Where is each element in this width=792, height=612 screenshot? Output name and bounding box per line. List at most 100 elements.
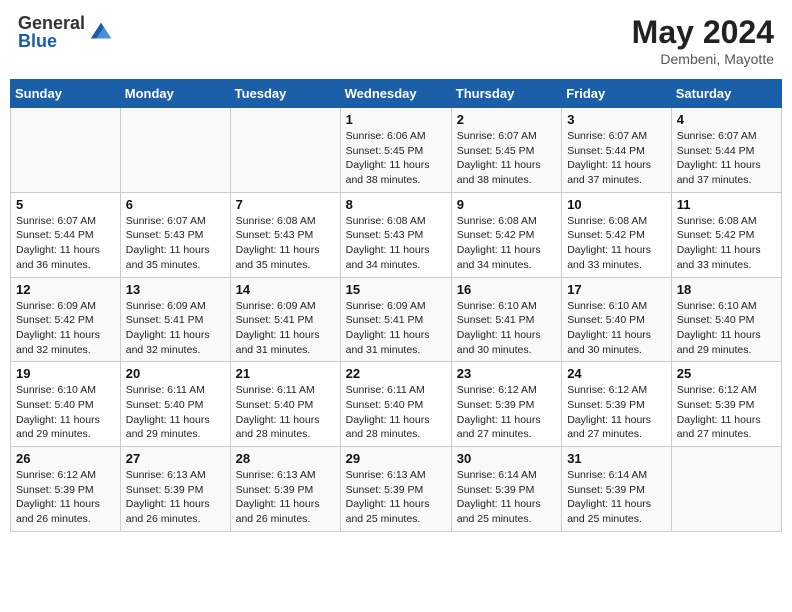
- header-cell-thursday: Thursday: [451, 80, 561, 108]
- logo-icon: [87, 18, 115, 46]
- header-cell-friday: Friday: [562, 80, 672, 108]
- day-number: 20: [126, 366, 225, 381]
- header-cell-tuesday: Tuesday: [230, 80, 340, 108]
- day-number: 27: [126, 451, 225, 466]
- day-number: 5: [16, 197, 115, 212]
- day-info: Sunrise: 6:10 AM Sunset: 5:41 PM Dayligh…: [457, 299, 556, 358]
- day-number: 12: [16, 282, 115, 297]
- day-info: Sunrise: 6:13 AM Sunset: 5:39 PM Dayligh…: [126, 468, 225, 527]
- day-info: Sunrise: 6:11 AM Sunset: 5:40 PM Dayligh…: [126, 383, 225, 442]
- calendar-cell: 29 Sunrise: 6:13 AM Sunset: 5:39 PM Dayli…: [340, 447, 451, 532]
- calendar-header: SundayMondayTuesdayWednesdayThursdayFrid…: [11, 80, 782, 108]
- day-info: Sunrise: 6:10 AM Sunset: 5:40 PM Dayligh…: [16, 383, 115, 442]
- calendar-cell: 5Sunrise: 6:07 AM Sunset: 5:44 PM Daylig…: [11, 192, 121, 277]
- day-info: Sunrise: 6:08 AM Sunset: 5:42 PM Dayligh…: [677, 214, 776, 273]
- day-number: 23: [457, 366, 556, 381]
- calendar-body: 1 Sunrise: 6:06 AM Sunset: 5:45 PM Daylig…: [11, 108, 782, 532]
- calendar-cell: 3 Sunrise: 6:07 AM Sunset: 5:44 PM Daylig…: [562, 108, 672, 193]
- calendar-cell: [120, 108, 230, 193]
- calendar-cell: 19 Sunrise: 6:10 AM Sunset: 5:40 PM Dayli…: [11, 362, 121, 447]
- day-info: Sunrise: 6:09 AM Sunset: 5:41 PM Dayligh…: [346, 299, 446, 358]
- week-row-0: 1 Sunrise: 6:06 AM Sunset: 5:45 PM Daylig…: [11, 108, 782, 193]
- day-info: Sunrise: 6:12 AM Sunset: 5:39 PM Dayligh…: [16, 468, 115, 527]
- day-info: Sunrise: 6:09 AM Sunset: 5:41 PM Dayligh…: [126, 299, 225, 358]
- day-info: Sunrise: 6:13 AM Sunset: 5:39 PM Dayligh…: [236, 468, 335, 527]
- calendar-cell: 21 Sunrise: 6:11 AM Sunset: 5:40 PM Dayli…: [230, 362, 340, 447]
- calendar-cell: 30Sunrise: 6:14 AM Sunset: 5:39 PM Dayli…: [451, 447, 561, 532]
- calendar-cell: [11, 108, 121, 193]
- day-number: 29: [346, 451, 446, 466]
- day-info: Sunrise: 6:12 AM Sunset: 5:39 PM Dayligh…: [567, 383, 666, 442]
- week-row-3: 19 Sunrise: 6:10 AM Sunset: 5:40 PM Dayli…: [11, 362, 782, 447]
- day-info: Sunrise: 6:14 AM Sunset: 5:39 PM Dayligh…: [567, 468, 666, 527]
- day-number: 17: [567, 282, 666, 297]
- header-row: SundayMondayTuesdayWednesdayThursdayFrid…: [11, 80, 782, 108]
- day-number: 28: [236, 451, 335, 466]
- day-number: 25: [677, 366, 776, 381]
- day-info: Sunrise: 6:09 AM Sunset: 5:41 PM Dayligh…: [236, 299, 335, 358]
- day-number: 9: [457, 197, 556, 212]
- header-cell-wednesday: Wednesday: [340, 80, 451, 108]
- day-info: Sunrise: 6:07 AM Sunset: 5:44 PM Dayligh…: [567, 129, 666, 188]
- calendar-cell: 13Sunrise: 6:09 AM Sunset: 5:41 PM Dayli…: [120, 277, 230, 362]
- day-number: 2: [457, 112, 556, 127]
- week-row-4: 26 Sunrise: 6:12 AM Sunset: 5:39 PM Dayli…: [11, 447, 782, 532]
- day-info: Sunrise: 6:14 AM Sunset: 5:39 PM Dayligh…: [457, 468, 556, 527]
- week-row-2: 12 Sunrise: 6:09 AM Sunset: 5:42 PM Dayli…: [11, 277, 782, 362]
- calendar-cell: 16 Sunrise: 6:10 AM Sunset: 5:41 PM Dayli…: [451, 277, 561, 362]
- day-info: Sunrise: 6:08 AM Sunset: 5:42 PM Dayligh…: [567, 214, 666, 273]
- day-number: 11: [677, 197, 776, 212]
- calendar-cell: 20 Sunrise: 6:11 AM Sunset: 5:40 PM Dayli…: [120, 362, 230, 447]
- day-number: 6: [126, 197, 225, 212]
- calendar-cell: 23 Sunrise: 6:12 AM Sunset: 5:39 PM Dayli…: [451, 362, 561, 447]
- day-number: 19: [16, 366, 115, 381]
- day-number: 31: [567, 451, 666, 466]
- calendar-cell: 28 Sunrise: 6:13 AM Sunset: 5:39 PM Dayli…: [230, 447, 340, 532]
- calendar-cell: 7 Sunrise: 6:08 AM Sunset: 5:43 PM Daylig…: [230, 192, 340, 277]
- header-cell-saturday: Saturday: [671, 80, 781, 108]
- day-info: Sunrise: 6:09 AM Sunset: 5:42 PM Dayligh…: [16, 299, 115, 358]
- day-number: 10: [567, 197, 666, 212]
- week-row-1: 5Sunrise: 6:07 AM Sunset: 5:44 PM Daylig…: [11, 192, 782, 277]
- calendar-cell: 18Sunrise: 6:10 AM Sunset: 5:40 PM Dayli…: [671, 277, 781, 362]
- day-info: Sunrise: 6:11 AM Sunset: 5:40 PM Dayligh…: [236, 383, 335, 442]
- day-info: Sunrise: 6:12 AM Sunset: 5:39 PM Dayligh…: [677, 383, 776, 442]
- day-info: Sunrise: 6:11 AM Sunset: 5:40 PM Dayligh…: [346, 383, 446, 442]
- calendar-cell: 9 Sunrise: 6:08 AM Sunset: 5:42 PM Daylig…: [451, 192, 561, 277]
- day-number: 8: [346, 197, 446, 212]
- logo-general-text: General: [18, 14, 85, 32]
- calendar-cell: 4Sunrise: 6:07 AM Sunset: 5:44 PM Daylig…: [671, 108, 781, 193]
- calendar-cell: 6Sunrise: 6:07 AM Sunset: 5:43 PM Daylig…: [120, 192, 230, 277]
- calendar-cell: 26 Sunrise: 6:12 AM Sunset: 5:39 PM Dayli…: [11, 447, 121, 532]
- calendar-cell: 8Sunrise: 6:08 AM Sunset: 5:43 PM Daylig…: [340, 192, 451, 277]
- day-info: Sunrise: 6:12 AM Sunset: 5:39 PM Dayligh…: [457, 383, 556, 442]
- day-number: 1: [346, 112, 446, 127]
- day-number: 21: [236, 366, 335, 381]
- day-number: 16: [457, 282, 556, 297]
- calendar-cell: 10 Sunrise: 6:08 AM Sunset: 5:42 PM Dayli…: [562, 192, 672, 277]
- day-info: Sunrise: 6:10 AM Sunset: 5:40 PM Dayligh…: [677, 299, 776, 358]
- calendar-cell: 2 Sunrise: 6:07 AM Sunset: 5:45 PM Daylig…: [451, 108, 561, 193]
- logo-blue-text: Blue: [18, 32, 85, 50]
- calendar-cell: 14Sunrise: 6:09 AM Sunset: 5:41 PM Dayli…: [230, 277, 340, 362]
- calendar-cell: 15 Sunrise: 6:09 AM Sunset: 5:41 PM Dayli…: [340, 277, 451, 362]
- calendar-cell: 25 Sunrise: 6:12 AM Sunset: 5:39 PM Dayli…: [671, 362, 781, 447]
- day-number: 22: [346, 366, 446, 381]
- calendar-cell: 24Sunrise: 6:12 AM Sunset: 5:39 PM Dayli…: [562, 362, 672, 447]
- day-number: 15: [346, 282, 446, 297]
- month-year: May 2024: [632, 14, 774, 51]
- page-header: General Blue May 2024 Dembeni, Mayotte: [10, 10, 782, 71]
- calendar-cell: [230, 108, 340, 193]
- day-info: Sunrise: 6:08 AM Sunset: 5:43 PM Dayligh…: [236, 214, 335, 273]
- calendar-cell: 31 Sunrise: 6:14 AM Sunset: 5:39 PM Dayli…: [562, 447, 672, 532]
- day-number: 7: [236, 197, 335, 212]
- title-block: May 2024 Dembeni, Mayotte: [632, 14, 774, 67]
- day-info: Sunrise: 6:08 AM Sunset: 5:42 PM Dayligh…: [457, 214, 556, 273]
- day-info: Sunrise: 6:06 AM Sunset: 5:45 PM Dayligh…: [346, 129, 446, 188]
- day-number: 3: [567, 112, 666, 127]
- header-cell-monday: Monday: [120, 80, 230, 108]
- day-info: Sunrise: 6:13 AM Sunset: 5:39 PM Dayligh…: [346, 468, 446, 527]
- calendar-cell: 22 Sunrise: 6:11 AM Sunset: 5:40 PM Dayli…: [340, 362, 451, 447]
- day-number: 26: [16, 451, 115, 466]
- day-info: Sunrise: 6:07 AM Sunset: 5:45 PM Dayligh…: [457, 129, 556, 188]
